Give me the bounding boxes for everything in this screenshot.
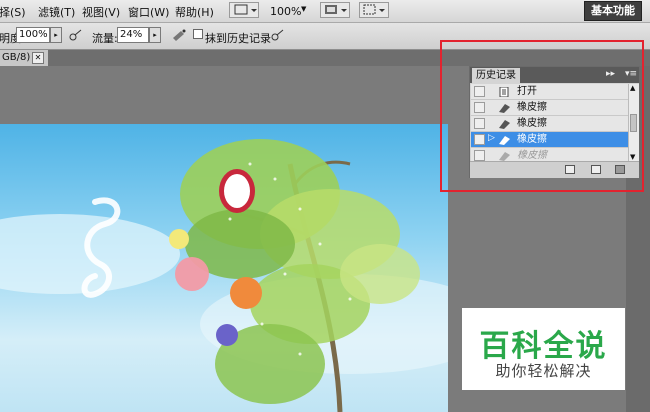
arrange-icon [325, 5, 347, 14]
workspace-button[interactable]: 基本功能 [584, 1, 642, 21]
document-canvas[interactable] [0, 124, 448, 412]
menu-view[interactable]: 视图(V) [82, 4, 120, 20]
opacity-arrow-icon[interactable]: ▸ [50, 27, 62, 43]
menu-select[interactable]: 选择(S) [0, 4, 26, 20]
zoom-dropdown-arrow[interactable]: ▼ [301, 5, 306, 13]
screen-mode-button[interactable] [229, 2, 259, 18]
extras-button[interactable] [359, 2, 389, 18]
erase-history-checkbox[interactable] [193, 29, 203, 42]
canvas-artwork [0, 139, 448, 412]
close-tab-icon[interactable]: ✕ [32, 52, 44, 64]
watermark-logo: 百科全说 助你轻松解决 [462, 308, 625, 390]
airbrush-pressure-icon[interactable] [68, 28, 84, 45]
erase-history-label: 抹到历史记录 [205, 32, 271, 45]
flow-arrow-icon[interactable]: ▸ [149, 27, 161, 43]
opacity-field[interactable]: 100% [16, 27, 50, 43]
annotation-highlight-box [440, 40, 644, 192]
extras-icon [363, 4, 385, 15]
screen-mode-icon [234, 4, 257, 15]
tablet-pressure-icon[interactable] [270, 28, 286, 45]
menu-bar: 选择(S) 滤镜(T) 视图(V) 窗口(W) 帮助(H) 100% ▼ 基本功… [0, 0, 650, 23]
zoom-level[interactable]: 100% [270, 5, 301, 18]
watermark-subtitle: 助你轻松解决 [495, 362, 592, 380]
flow-label: 流量: [92, 32, 118, 45]
flow-field[interactable]: 24% [117, 27, 149, 43]
menu-window[interactable]: 窗口(W) [128, 4, 169, 20]
watermark-title: 百科全说 [479, 329, 608, 364]
menu-help[interactable]: 帮助(H) [175, 4, 214, 20]
arrange-button[interactable] [320, 2, 350, 18]
menu-filter[interactable]: 滤镜(T) [38, 4, 75, 20]
airbrush-icon[interactable] [170, 28, 188, 45]
